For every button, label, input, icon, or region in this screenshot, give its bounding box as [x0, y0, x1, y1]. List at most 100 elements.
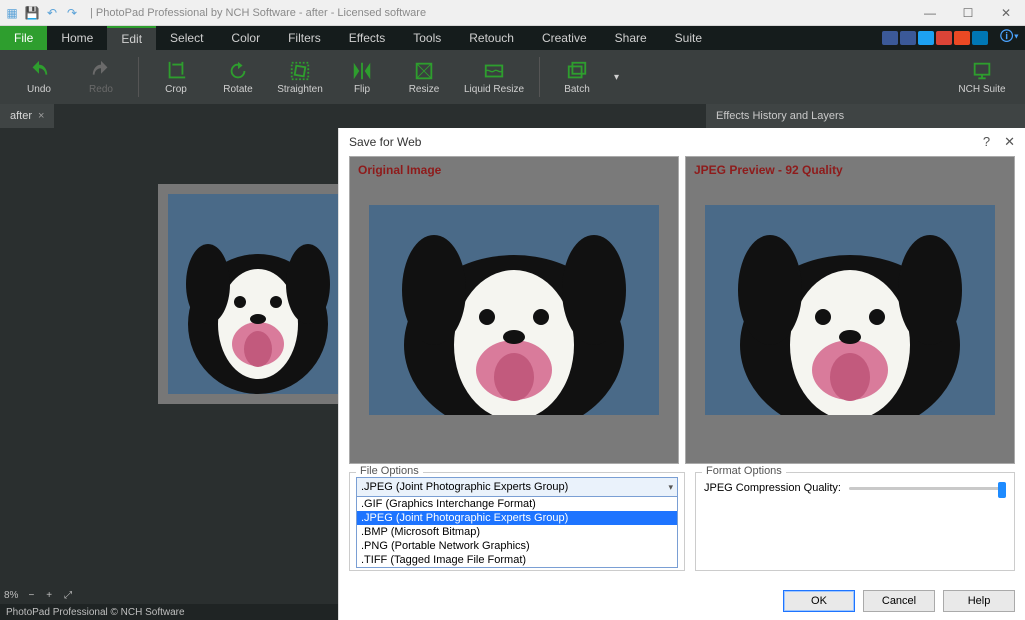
menu-color[interactable]: Color — [217, 26, 274, 50]
original-preview: Original Image — [349, 156, 679, 464]
menu-home[interactable]: Home — [47, 26, 107, 50]
close-button[interactable]: ✕ — [987, 0, 1025, 26]
menu-tools[interactable]: Tools — [399, 26, 455, 50]
format-option-jpeg[interactable]: .JPEG (Joint Photographic Experts Group) — [357, 511, 677, 525]
slider-thumb[interactable] — [998, 482, 1006, 498]
side-panel-title: Effects History and Layers — [705, 104, 1025, 128]
social-icons — [876, 26, 994, 50]
ribbon-label: Crop — [165, 84, 187, 95]
straighten-icon — [289, 60, 311, 82]
ribbon-label: Straighten — [277, 84, 323, 95]
format-option-tiff[interactable]: .TIFF (Tagged Image File Format) — [357, 553, 677, 567]
stumbleupon-icon[interactable] — [954, 31, 970, 45]
resize-button[interactable]: Resize — [393, 60, 455, 95]
zoom-bar: 8% − + ⤢ — [0, 586, 200, 604]
ribbon-label: Batch — [564, 84, 590, 95]
menu-select[interactable]: Select — [156, 26, 217, 50]
redo-arrow-icon — [90, 60, 112, 82]
straighten-button[interactable]: Straighten — [269, 60, 331, 95]
googleplus-icon[interactable] — [936, 31, 952, 45]
menu-effects[interactable]: Effects — [335, 26, 399, 50]
facebook-icon[interactable] — [900, 31, 916, 45]
zoom-fit-button[interactable]: ⤢ — [62, 590, 74, 601]
file-options-group: File Options .JPEG (Joint Photographic E… — [349, 472, 685, 571]
canvas-image — [168, 194, 348, 394]
separator — [138, 57, 139, 97]
ok-button[interactable]: OK — [783, 590, 855, 612]
file-options-legend: File Options — [356, 465, 423, 477]
dialog-title: Save for Web — [349, 135, 421, 149]
format-options-group: Format Options JPEG Compression Quality: — [695, 472, 1015, 571]
format-options-legend: Format Options — [702, 465, 786, 477]
menu-creative[interactable]: Creative — [528, 26, 601, 50]
chevron-down-icon: ▾ — [668, 482, 673, 493]
cancel-button[interactable]: Cancel — [863, 590, 935, 612]
close-tab-icon[interactable]: × — [38, 110, 44, 122]
separator — [539, 57, 540, 97]
flip-button[interactable]: Flip — [331, 60, 393, 95]
like-icon[interactable] — [882, 31, 898, 45]
jpeg-preview: JPEG Preview - 92 Quality — [685, 156, 1015, 464]
format-combobox[interactable]: .JPEG (Joint Photographic Experts Group)… — [356, 477, 678, 497]
app-title: | PhotoPad Professional by NCH Software … — [90, 7, 426, 19]
dialog-buttons: OK Cancel Help — [339, 582, 1025, 620]
help-button[interactable]: Help — [943, 590, 1015, 612]
options-row: File Options .JPEG (Joint Photographic E… — [339, 464, 1025, 571]
ribbon-label: Undo — [27, 84, 51, 95]
format-option-gif[interactable]: .GIF (Graphics Interchange Format) — [357, 497, 677, 511]
undo-icon[interactable]: ↶ — [44, 5, 60, 21]
ribbon: Undo Redo Crop Rotate Straighten Flip Re… — [0, 50, 1025, 104]
flip-icon — [351, 60, 373, 82]
original-image — [369, 205, 659, 415]
format-dropdown-list: .GIF (Graphics Interchange Format) .JPEG… — [356, 497, 678, 568]
crop-button[interactable]: Crop — [145, 60, 207, 95]
zoom-out-button[interactable]: − — [26, 590, 36, 601]
zoom-percent: 8% — [4, 590, 18, 601]
undo-arrow-icon — [28, 60, 50, 82]
batch-icon — [566, 60, 588, 82]
dialog-help-icon[interactable]: ? — [983, 134, 990, 150]
menu-file[interactable]: File — [0, 26, 47, 50]
liquid-resize-button[interactable]: Liquid Resize — [455, 60, 533, 95]
canvas-thumbnail[interactable] — [158, 184, 358, 404]
jpeg-caption: JPEG Preview - 92 Quality — [694, 163, 843, 177]
twitter-icon[interactable] — [918, 31, 934, 45]
ribbon-dropdown[interactable]: ▾ — [608, 72, 625, 83]
quality-label: JPEG Compression Quality: — [704, 482, 841, 494]
app-menu-icon[interactable]: ▦ — [4, 5, 20, 21]
linkedin-icon[interactable] — [972, 31, 988, 45]
save-icon[interactable]: 💾 — [24, 5, 40, 21]
batch-button[interactable]: Batch — [546, 60, 608, 95]
redo-icon[interactable]: ↷ — [64, 5, 80, 21]
nch-suite-button[interactable]: NCH Suite — [947, 60, 1017, 95]
help-icon[interactable]: 🛈▾ — [994, 26, 1025, 50]
format-option-bmp[interactable]: .BMP (Microsoft Bitmap) — [357, 525, 677, 539]
quick-access-toolbar: ▦ 💾 ↶ ↷ — [0, 5, 84, 21]
dialog-close-icon[interactable]: ✕ — [1004, 134, 1015, 150]
menu-retouch[interactable]: Retouch — [455, 26, 528, 50]
zoom-in-button[interactable]: + — [44, 590, 54, 601]
minimize-button[interactable]: — — [911, 0, 949, 26]
document-tab-label: after — [10, 110, 32, 122]
maximize-button[interactable]: ☐ — [949, 0, 987, 26]
ribbon-label: Redo — [89, 84, 113, 95]
document-tab[interactable]: after × — [0, 104, 54, 128]
combobox-value: .JPEG (Joint Photographic Experts Group) — [361, 481, 568, 493]
rotate-button[interactable]: Rotate — [207, 60, 269, 95]
document-tabs: after × Effects History and Layers — [0, 104, 1025, 128]
format-option-png[interactable]: .PNG (Portable Network Graphics) — [357, 539, 677, 553]
menu-share[interactable]: Share — [601, 26, 661, 50]
suite-icon — [971, 60, 993, 82]
menu-filters[interactable]: Filters — [274, 26, 335, 50]
ribbon-label: Flip — [354, 84, 370, 95]
ribbon-label: Rotate — [223, 84, 252, 95]
redo-button[interactable]: Redo — [70, 60, 132, 95]
ribbon-label: NCH Suite — [958, 84, 1005, 95]
liquid-resize-icon — [483, 60, 505, 82]
menu-edit[interactable]: Edit — [107, 26, 156, 50]
resize-icon — [413, 60, 435, 82]
jpeg-image — [705, 205, 995, 415]
quality-slider[interactable] — [849, 487, 1006, 490]
undo-button[interactable]: Undo — [8, 60, 70, 95]
menu-suite[interactable]: Suite — [661, 26, 716, 50]
